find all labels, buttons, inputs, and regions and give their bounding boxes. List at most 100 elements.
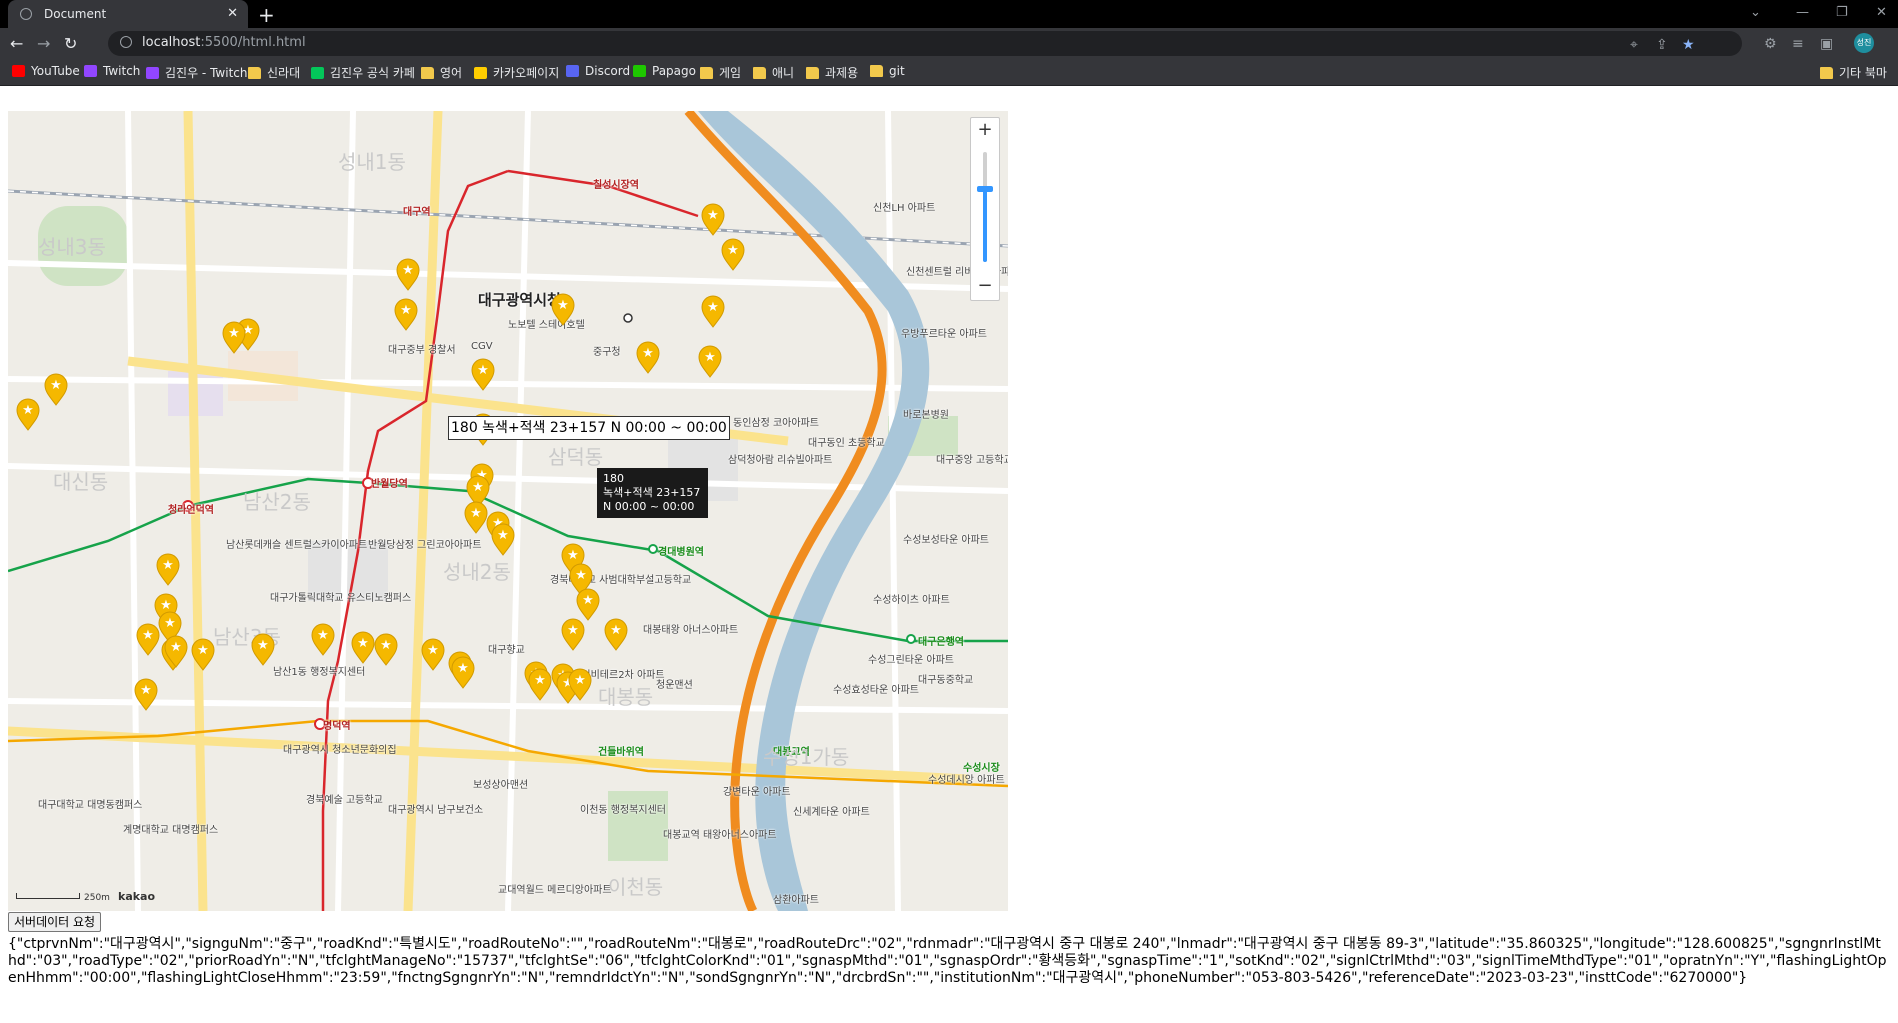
bookmark-김진우 공식 카페[interactable]: 김진우 공식 카페 <box>311 64 415 81</box>
globe-icon <box>20 8 32 20</box>
bookmark-카카오페이지[interactable]: 카카오페이지 <box>474 64 559 81</box>
location-icon[interactable]: ⌖ <box>1630 37 1638 53</box>
other-bookmarks[interactable]: 기타 북마 <box>1820 64 1887 81</box>
traffic-light-marker[interactable]: ★ <box>701 295 725 328</box>
traffic-light-marker[interactable]: ★ <box>701 203 725 236</box>
folder-icon <box>700 67 713 79</box>
traffic-light-marker[interactable]: ★ <box>636 341 660 374</box>
star-icon: ★ <box>557 298 569 313</box>
tooltip-line: N 00:00 ~ 00:00 <box>603 500 695 513</box>
close-tab-icon[interactable]: ✕ <box>227 6 238 21</box>
star-icon: ★ <box>257 638 269 653</box>
minimize-icon[interactable]: — <box>1796 5 1809 20</box>
url-text[interactable]: localhost:5500/html.html <box>142 35 306 50</box>
bookmark-애니[interactable]: 애니 <box>753 64 794 81</box>
restore-icon[interactable]: ❐ <box>1836 5 1848 20</box>
star-icon: ★ <box>197 643 209 658</box>
tab-strip: Document ✕ + ⌄ — ❐ ✕ <box>0 0 1898 28</box>
traffic-light-marker[interactable]: ★ <box>471 358 495 391</box>
traffic-light-marker[interactable]: ★ <box>136 623 160 656</box>
star-icon: ★ <box>567 548 579 563</box>
traffic-light-marker[interactable]: ★ <box>311 623 335 656</box>
traffic-light-marker[interactable]: ★ <box>156 553 180 586</box>
traffic-light-marker[interactable]: ★ <box>698 345 722 378</box>
tooltip-line: 녹색+적색 23+157 <box>603 486 701 499</box>
traffic-light-marker[interactable]: ★ <box>421 638 445 671</box>
star-icon: ★ <box>50 378 62 393</box>
naver-cafe-icon <box>311 67 324 79</box>
close-window-icon[interactable]: ✕ <box>1876 5 1887 20</box>
star-icon: ★ <box>582 593 594 608</box>
traffic-light-marker[interactable]: ★ <box>16 398 40 431</box>
traffic-light-marker[interactable]: ★ <box>134 678 158 711</box>
scale-bar: 250m <box>16 893 110 903</box>
traffic-light-markers: ★★★★★★★★★★★★★★★★★★★★★★★★★★★★★★★★★★★★★★★★… <box>16 203 745 711</box>
kakao-logo: kakao <box>118 890 156 903</box>
tab-document[interactable]: Document ✕ <box>8 0 248 28</box>
traffic-light-marker[interactable]: ★ <box>451 656 475 689</box>
forward-icon[interactable]: → <box>37 34 50 53</box>
traffic-light-marker[interactable]: ★ <box>561 618 585 651</box>
address-bar[interactable]: localhost:5500/html.html ⌖ ⇪ ★ <box>108 31 1742 56</box>
reload-icon[interactable]: ↻ <box>64 34 77 53</box>
traffic-light-marker[interactable]: ★ <box>351 631 375 664</box>
traffic-light-marker[interactable]: ★ <box>576 588 600 621</box>
back-icon[interactable]: ← <box>10 34 23 53</box>
bookmark-Discord[interactable]: Discord <box>566 64 630 78</box>
zoom-slider-handle[interactable] <box>977 186 993 192</box>
traffic-light-marker[interactable]: ★ <box>491 523 515 556</box>
traffic-light-marker[interactable]: ★ <box>394 298 418 331</box>
star-icon: ★ <box>704 350 716 365</box>
bookmark-star-icon[interactable]: ★ <box>1682 37 1695 53</box>
bookmark-게임[interactable]: 게임 <box>700 64 741 81</box>
star-icon: ★ <box>22 403 34 418</box>
bookmark-Papago[interactable]: Papago <box>633 64 696 78</box>
tab-search-icon[interactable]: ⌄ <box>1750 5 1761 20</box>
papago-icon <box>633 65 646 77</box>
traffic-light-marker[interactable]: ★ <box>721 238 745 271</box>
star-icon: ★ <box>574 673 586 688</box>
traffic-light-marker[interactable]: ★ <box>251 633 275 666</box>
star-icon: ★ <box>457 661 469 676</box>
bookmark-git[interactable]: git <box>870 64 905 78</box>
traffic-light-marker[interactable]: ★ <box>551 293 575 326</box>
media-icon[interactable]: ≡ <box>1792 36 1804 52</box>
side-panel-icon[interactable]: ▣ <box>1820 36 1833 52</box>
map[interactable]: 대구광역시청 중구청 반월당역 청라언덕역 명덕역 경대병원역 대구은행역 대구역 칠성시장역 대… <box>8 111 1008 911</box>
site-info-icon[interactable] <box>120 36 132 48</box>
star-icon: ★ <box>472 480 484 495</box>
star-icon: ★ <box>162 558 174 573</box>
star-icon: ★ <box>567 623 579 638</box>
traffic-light-marker[interactable]: ★ <box>374 633 398 666</box>
response-json-text: {"ctprvnNm":"대구광역시","signguNm":"중구","roa… <box>8 936 1887 986</box>
traffic-light-marker[interactable]: ★ <box>191 638 215 671</box>
star-icon: ★ <box>402 263 414 278</box>
bookmark-영어[interactable]: 영어 <box>421 64 462 81</box>
bookmark-과제용[interactable]: 과제용 <box>806 64 858 81</box>
star-icon: ★ <box>400 303 412 318</box>
extensions-icon[interactable]: ⚙ <box>1764 36 1777 52</box>
fetch-server-data-button[interactable]: 서버데이터 요청 <box>8 912 102 932</box>
tooltip-line: 180 <box>603 472 624 485</box>
share-icon[interactable]: ⇪ <box>1656 37 1668 53</box>
traffic-light-marker[interactable]: ★ <box>44 373 68 406</box>
zoom-in-button[interactable]: + <box>971 118 999 142</box>
star-icon: ★ <box>610 623 622 638</box>
bookmarks-bar: 기타 북마 YouTube Twitch 김진우 - Twitch 신라대 김진우 공식… <box>0 59 1898 86</box>
star-icon: ★ <box>477 363 489 378</box>
bookmark-Twitch[interactable]: Twitch <box>84 64 140 78</box>
traffic-light-marker[interactable]: ★ <box>528 668 552 701</box>
avatar[interactable]: 성진 <box>1854 33 1874 53</box>
folder-icon <box>870 65 883 77</box>
bookmark-김진우 - Twitch[interactable]: 김진우 - Twitch <box>146 64 247 81</box>
bookmark-신라대[interactable]: 신라대 <box>248 64 300 81</box>
traffic-light-marker[interactable]: ★ <box>604 618 628 651</box>
traffic-light-marker[interactable]: ★ <box>396 258 420 291</box>
marker-tooltip: 180 녹색+적색 23+157 N 00:00 ~ 00:00 <box>597 468 709 518</box>
zoom-out-button[interactable]: − <box>971 274 999 298</box>
folder-icon <box>248 67 261 79</box>
new-tab-icon[interactable]: + <box>258 3 275 27</box>
traffic-light-marker[interactable]: ★ <box>222 321 246 354</box>
bookmark-YouTube[interactable]: YouTube <box>12 64 80 78</box>
traffic-light-marker[interactable]: ★ <box>464 501 488 534</box>
